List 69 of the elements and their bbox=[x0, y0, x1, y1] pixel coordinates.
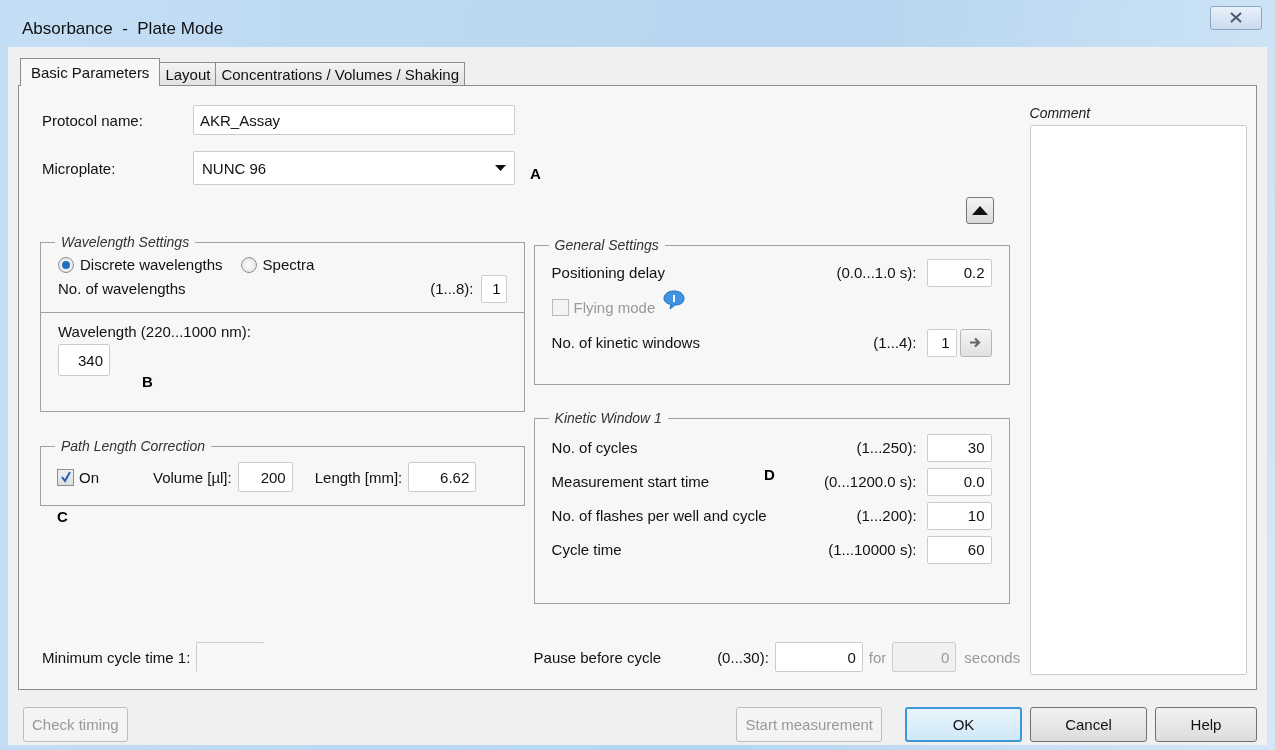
tab[interactable]: Layout bbox=[159, 62, 217, 85]
unit-label: seconds bbox=[964, 648, 1021, 666]
group-title: Path Length Correction bbox=[60, 438, 206, 454]
triangle-icon bbox=[971, 206, 988, 215]
dialog-button[interactable]: Cancel bbox=[1030, 707, 1147, 742]
field-label: for bbox=[868, 648, 887, 666]
number-field[interactable]: 1 bbox=[480, 274, 507, 303]
field-label: No. of cycles bbox=[551, 439, 638, 456]
number-field[interactable]: 0.0 bbox=[926, 467, 992, 496]
number-field[interactable]: 6.62 bbox=[408, 462, 477, 492]
dropdown[interactable]: NUNC 96 bbox=[193, 151, 515, 185]
number-field[interactable]: 1 bbox=[926, 328, 957, 357]
number-field[interactable]: 10 bbox=[926, 501, 992, 530]
radio-button[interactable] bbox=[58, 256, 74, 273]
field-label: Pause before cycle bbox=[533, 648, 662, 666]
tab[interactable]: Concentrations / Volumes / Shaking bbox=[215, 62, 466, 85]
range-label: (1...10000 s): bbox=[828, 541, 917, 558]
field-label: No. of flashes per well and cycle bbox=[551, 507, 767, 524]
range-label: (0...30): bbox=[717, 648, 769, 666]
tab[interactable]: Basic Parameters bbox=[20, 58, 161, 86]
group-title: Kinetic Window 1 bbox=[553, 410, 663, 426]
checkbox[interactable] bbox=[57, 468, 74, 486]
group-title: Wavelength Settings bbox=[60, 234, 191, 250]
close-icon bbox=[1230, 12, 1242, 23]
radio-label[interactable]: Spectra bbox=[262, 256, 315, 273]
range-label: (1...250): bbox=[856, 439, 917, 456]
number-field[interactable]: 30 bbox=[926, 433, 992, 462]
radio-label[interactable]: Discrete wavelengths bbox=[80, 256, 223, 273]
number-field[interactable]: 200 bbox=[237, 462, 293, 492]
field-label: Positioning delay bbox=[551, 264, 665, 281]
number-field[interactable]: 0 bbox=[774, 642, 863, 672]
caret-icon bbox=[495, 164, 506, 172]
field-label: Comment bbox=[1029, 105, 1092, 121]
field-label: No. of wavelengths bbox=[58, 280, 186, 297]
dialog-button[interactable]: OK bbox=[905, 707, 1022, 742]
number-field[interactable]: 340 bbox=[58, 344, 110, 376]
window-title: Absorbance - Plate Mode bbox=[22, 17, 225, 39]
arrow-button[interactable] bbox=[959, 328, 992, 357]
field-label: Wavelength (220...1000 nm): bbox=[58, 323, 252, 340]
info-icon bbox=[663, 289, 686, 310]
number-field[interactable]: 60 bbox=[926, 535, 992, 564]
annotation-label: B bbox=[142, 373, 153, 390]
range-label: (1...200): bbox=[856, 507, 917, 524]
annotation-label: D bbox=[764, 466, 775, 483]
field-label: Cycle time bbox=[551, 541, 622, 558]
annotation-label: A bbox=[530, 165, 541, 182]
field-label: Measurement start time bbox=[551, 473, 710, 490]
dialog-button[interactable]: Help bbox=[1155, 707, 1257, 742]
range-label: (0...1200.0 s): bbox=[824, 473, 917, 490]
text-field[interactable]: AKR_Assay bbox=[193, 105, 515, 135]
range-label: (0.0...1.0 s): bbox=[836, 264, 917, 281]
annotation-label: C bbox=[57, 508, 68, 525]
field-label: Protocol name: bbox=[41, 111, 144, 129]
field-label: Microplate: bbox=[41, 159, 117, 177]
range-label: (1...8): bbox=[430, 280, 474, 297]
arrow-icon bbox=[969, 337, 983, 348]
number-field[interactable]: 0.2 bbox=[926, 258, 992, 287]
close-button[interactable] bbox=[1210, 5, 1262, 30]
collapse-button[interactable] bbox=[965, 197, 994, 224]
field-label: Volume [µl]: bbox=[153, 468, 232, 486]
field-label: Minimum cycle time 1: bbox=[41, 648, 191, 666]
range-label: (1...4): bbox=[873, 334, 917, 351]
comment-field[interactable] bbox=[1029, 125, 1247, 675]
field-label: Length [mm]: bbox=[314, 468, 403, 486]
field-label: No. of kinetic windows bbox=[551, 334, 700, 351]
checkbox-label[interactable]: On bbox=[79, 468, 99, 486]
group-title: General Settings bbox=[553, 237, 660, 253]
check-icon bbox=[59, 471, 72, 483]
radio-button[interactable] bbox=[240, 256, 257, 273]
